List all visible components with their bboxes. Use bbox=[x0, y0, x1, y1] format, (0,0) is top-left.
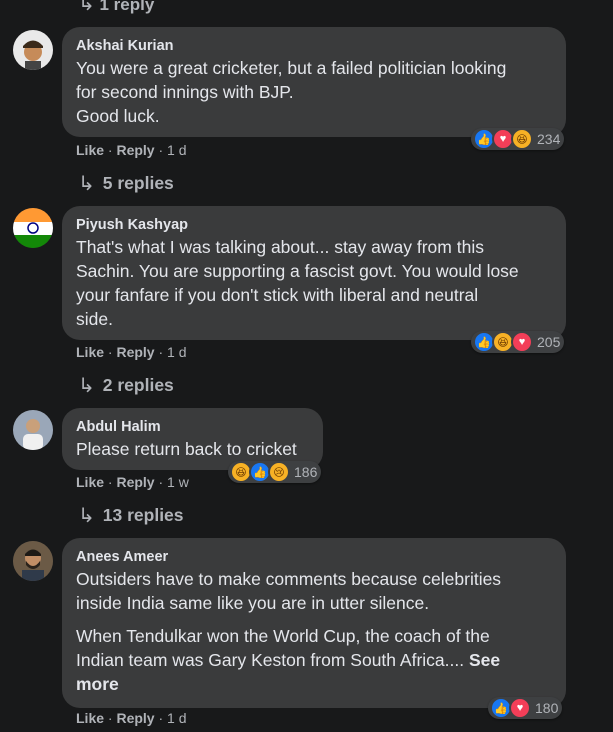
comment-actions: Like · Reply · 1 d bbox=[76, 142, 187, 158]
avatar-image bbox=[13, 30, 53, 70]
avatar[interactable] bbox=[13, 541, 53, 581]
reply-arrow-icon: ↳ bbox=[78, 505, 95, 527]
comment-author[interactable]: Akshai Kurian bbox=[76, 36, 552, 56]
avatar[interactable] bbox=[13, 30, 53, 70]
love-icon: ♥ bbox=[511, 331, 533, 353]
view-replies-label: 5 replies bbox=[102, 173, 174, 193]
comment-text-part: When Tendulkar won the World Cup, the co… bbox=[76, 626, 490, 670]
reaction-summary[interactable]: 👍 😆 ♥ 205 bbox=[471, 331, 565, 353]
comment-actions: Like · Reply · 1 d bbox=[76, 710, 187, 726]
view-replies-link[interactable]: ↳ 5 replies bbox=[78, 171, 174, 196]
reaction-count: 186 bbox=[294, 464, 318, 480]
like-button[interactable]: Like bbox=[76, 344, 104, 360]
reaction-count: 234 bbox=[537, 131, 561, 147]
view-replies-link[interactable]: ↳ 2 replies bbox=[78, 373, 174, 398]
view-replies-label: 2 replies bbox=[102, 375, 174, 395]
comment-bubble: Anees Ameer Outsiders have to make comme… bbox=[62, 538, 566, 708]
like-button[interactable]: Like bbox=[76, 474, 104, 490]
comment-author[interactable]: Piyush Kashyap bbox=[76, 215, 552, 235]
comment-time[interactable]: 1 d bbox=[167, 142, 186, 158]
reaction-summary[interactable]: 👍 ♥ 😆 234 bbox=[471, 128, 565, 150]
reply-button[interactable]: Reply bbox=[116, 344, 154, 360]
comment-text: Please return back to cricket bbox=[76, 439, 297, 459]
avatar-image bbox=[13, 208, 53, 248]
view-replies-link[interactable]: ↳ 1 reply bbox=[78, 0, 154, 16]
comment-bubble: Akshai Kurian You were a great cricketer… bbox=[62, 27, 566, 137]
comment-time[interactable]: 1 d bbox=[167, 710, 186, 726]
comment-actions: Like · Reply · 1 w bbox=[76, 474, 189, 490]
comment-text: You were a great cricketer, but a failed… bbox=[76, 58, 507, 126]
reaction-count: 180 bbox=[535, 700, 559, 716]
view-replies-label: 13 replies bbox=[102, 505, 184, 525]
reply-arrow-icon: ↳ bbox=[78, 375, 95, 397]
reply-button[interactable]: Reply bbox=[116, 142, 154, 158]
comment-actions: Like · Reply · 1 d bbox=[76, 344, 187, 360]
avatar[interactable] bbox=[13, 208, 53, 248]
reply-arrow-icon: ↳ bbox=[78, 0, 95, 15]
haha-icon: 😆 bbox=[511, 128, 533, 150]
comment-author[interactable]: Anees Ameer bbox=[76, 547, 552, 567]
comment-text: Outsiders have to make comments because … bbox=[76, 569, 502, 613]
avatar-image bbox=[13, 410, 53, 450]
comment-text: That's what I was talking about... stay … bbox=[76, 237, 519, 329]
avatar-image bbox=[13, 541, 53, 581]
reaction-summary[interactable]: 👍 ♥ 180 bbox=[488, 697, 563, 719]
sad-icon: 😢 bbox=[268, 461, 290, 483]
reaction-count: 205 bbox=[537, 334, 561, 350]
love-icon: ♥ bbox=[509, 697, 531, 719]
comment-time[interactable]: 1 d bbox=[167, 344, 186, 360]
comment-bubble: Piyush Kashyap That's what I was talking… bbox=[62, 206, 566, 340]
like-button[interactable]: Like bbox=[76, 142, 104, 158]
like-button[interactable]: Like bbox=[76, 710, 104, 726]
comment-time[interactable]: 1 w bbox=[167, 474, 189, 490]
view-replies-link[interactable]: ↳ 13 replies bbox=[78, 503, 184, 528]
reply-button[interactable]: Reply bbox=[116, 474, 154, 490]
reply-arrow-icon: ↳ bbox=[78, 173, 95, 195]
view-replies-label: 1 reply bbox=[99, 0, 155, 14]
comment-text-continued: When Tendulkar won the World Cup, the co… bbox=[76, 624, 552, 696]
comment-author[interactable]: Abdul Halim bbox=[76, 417, 309, 437]
avatar[interactable] bbox=[13, 410, 53, 450]
reply-button[interactable]: Reply bbox=[116, 710, 154, 726]
reaction-summary[interactable]: 😆 👍 😢 186 bbox=[228, 461, 322, 483]
